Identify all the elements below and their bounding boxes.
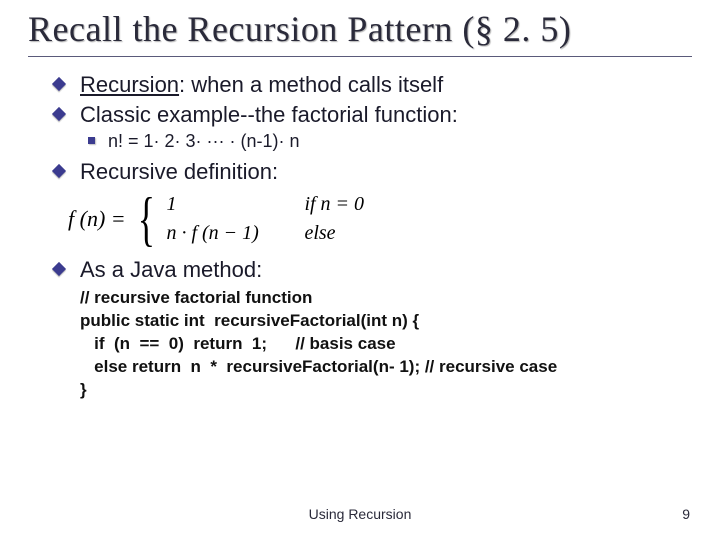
slide: Recall the Recursion Pattern (§ 2. 5) Re… bbox=[0, 0, 720, 540]
title-divider bbox=[28, 56, 692, 57]
code-line-3: if (n == 0) return 1; // basis case bbox=[80, 334, 396, 353]
equation-block: f (n) = { 1 if n = 0 n · f (n − 1) else bbox=[68, 192, 664, 246]
brace-icon: { bbox=[137, 192, 154, 246]
slide-body: Recursion: when a method calls itself Cl… bbox=[0, 71, 720, 402]
bullet-recursion: Recursion: when a method calls itself bbox=[80, 71, 664, 99]
bullet-factorial-formula: n! = 1· 2· 3· ··· · (n-1)· n bbox=[108, 131, 664, 152]
code-line-1: // recursive factorial function bbox=[80, 288, 312, 307]
bullet-recursive-definition: Recursive definition: bbox=[80, 158, 664, 186]
code-line-2: public static int recursiveFactorial(int… bbox=[80, 311, 419, 330]
bullet-recursion-term: Recursion bbox=[80, 72, 179, 97]
footer-text: Using Recursion bbox=[0, 506, 720, 522]
equation-cases: 1 if n = 0 n · f (n − 1) else bbox=[166, 193, 364, 245]
equation-lhs: f (n) = bbox=[68, 206, 126, 232]
case1-condition: if n = 0 bbox=[304, 193, 364, 216]
page-number: 9 bbox=[682, 506, 690, 522]
case2-value: n · f (n − 1) bbox=[166, 222, 266, 245]
bullet-recursion-rest: : when a method calls itself bbox=[179, 72, 443, 97]
page-title: Recall the Recursion Pattern (§ 2. 5) bbox=[28, 8, 692, 50]
equation-case-1: 1 if n = 0 bbox=[166, 193, 364, 216]
bullet-java-method: As a Java method: bbox=[80, 256, 664, 284]
title-wrap: Recall the Recursion Pattern (§ 2. 5) bbox=[0, 0, 720, 54]
case1-value: 1 bbox=[166, 193, 266, 216]
bullet-classic-example: Classic example--the factorial function: bbox=[80, 101, 664, 129]
code-line-5: } bbox=[80, 380, 87, 399]
equation-case-2: n · f (n − 1) else bbox=[166, 222, 364, 245]
case2-condition: else bbox=[304, 222, 335, 245]
code-block: // recursive factorial function public s… bbox=[80, 287, 664, 402]
code-line-4: else return n * recursiveFactorial(n- 1)… bbox=[80, 357, 557, 376]
